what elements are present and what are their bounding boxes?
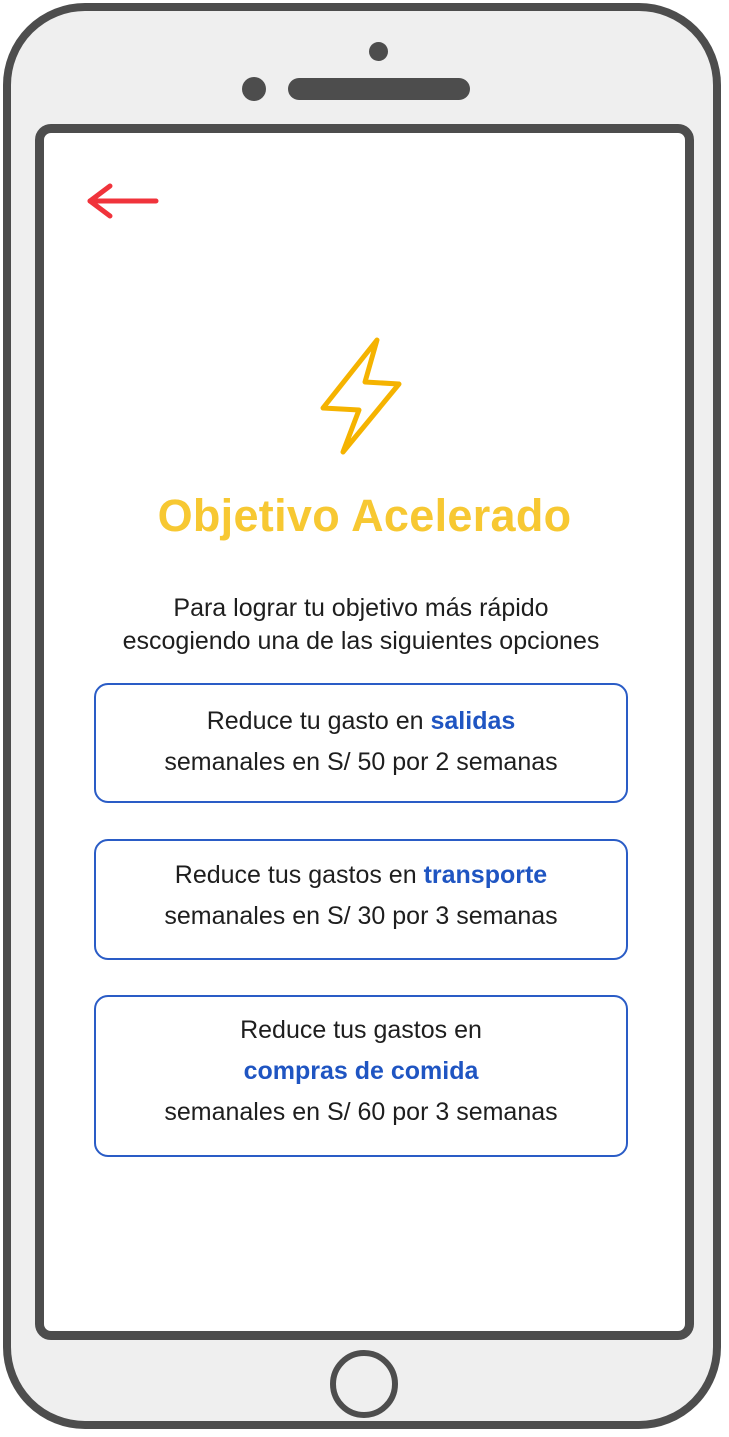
- page-subtitle: Para lograr tu objetivo más rápido escog…: [60, 592, 662, 658]
- subtitle-line-1: Para lograr tu objetivo más rápido: [173, 594, 549, 622]
- option-line-1: Reduce tu gasto en salidas: [96, 701, 626, 742]
- option-prefix: Reduce tus gastos en: [240, 1016, 482, 1044]
- option-card-transporte[interactable]: Reduce tus gastos en transporte semanale…: [94, 839, 628, 960]
- option-highlight: salidas: [430, 707, 516, 735]
- option-card-compras-de-comida[interactable]: Reduce tus gastos en compras de comida s…: [94, 995, 628, 1157]
- option-highlight: transporte: [423, 861, 548, 889]
- option-prefix: Reduce tu gasto en: [206, 707, 424, 735]
- page-title: Objetivo Acelerado: [157, 490, 572, 541]
- front-camera: [369, 42, 388, 61]
- option-card-salidas[interactable]: Reduce tu gasto en salidas semanales en …: [94, 683, 628, 803]
- lightning-bolt-icon: [320, 337, 402, 455]
- option-prefix: Reduce tus gastos en: [174, 861, 417, 889]
- proximity-sensor: [242, 77, 266, 101]
- home-button[interactable]: [330, 1350, 398, 1418]
- option-line-1: Reduce tus gastos en transporte: [96, 855, 626, 896]
- option-suffix: semanales en S/ 30 por 3 semanas: [164, 902, 558, 930]
- earpiece-speaker: [288, 78, 470, 100]
- option-highlight: compras de comida: [243, 1057, 479, 1085]
- arrow-left-icon[interactable]: [84, 182, 160, 220]
- option-suffix: semanales en S/ 50 por 2 semanas: [164, 748, 558, 776]
- option-suffix: semanales en S/ 60 por 3 semanas: [164, 1098, 558, 1126]
- subtitle-line-2: escogiendo una de las siguientes opcione…: [122, 627, 600, 655]
